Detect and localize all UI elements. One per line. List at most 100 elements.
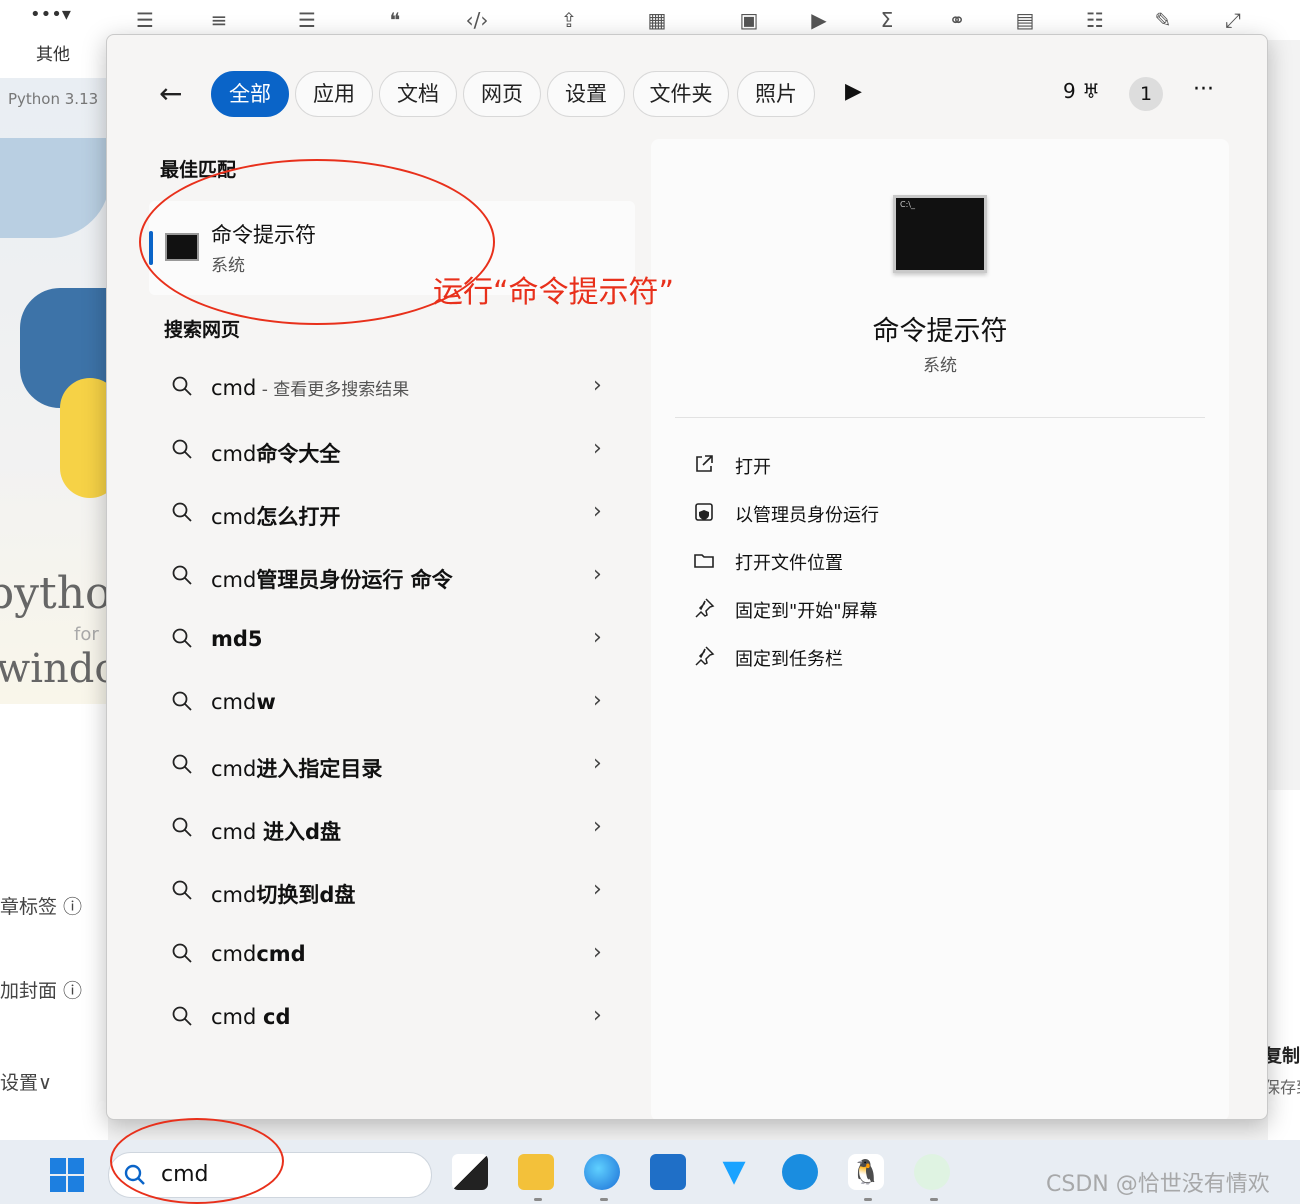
- list-icon[interactable]: ☰: [128, 6, 162, 34]
- file-explorer-icon[interactable]: [518, 1154, 554, 1190]
- more-tabs-play-icon[interactable]: ▶: [845, 79, 862, 104]
- csdn-watermark: CSDN @恰世没有情欢: [1046, 1172, 1270, 1197]
- action-run-as-admin[interactable]: 以管理员身份运行: [693, 497, 1173, 533]
- action-open-location[interactable]: 打开文件位置: [693, 545, 1173, 581]
- tab-documents[interactable]: 文档: [379, 71, 457, 117]
- web-result-prefix: cmd: [211, 568, 257, 592]
- tab-settings[interactable]: 设置: [547, 71, 625, 117]
- ev-recorder-icon[interactable]: [914, 1154, 950, 1190]
- web-result-row[interactable]: cmd进入指定目录 ›: [149, 739, 635, 795]
- align-icon[interactable]: ≡: [202, 6, 236, 34]
- chevron-right-icon: ›: [593, 562, 602, 587]
- chevron-right-icon: ›: [593, 499, 602, 524]
- web-search-title: 搜索网页: [164, 319, 241, 341]
- shield-icon: [695, 503, 713, 521]
- python-wordmark: pythor: [0, 568, 108, 619]
- python-for-text: for: [74, 624, 99, 645]
- outline-icon[interactable]: ☷: [1078, 6, 1112, 34]
- more-options-icon[interactable]: ···: [1193, 77, 1214, 102]
- add-cover-label[interactable]: 加封面 ⓘ: [0, 976, 82, 1003]
- web-result-prefix: cmd: [211, 820, 264, 844]
- web-result-row[interactable]: cmd切换到d盘 ›: [149, 865, 635, 921]
- annotation-ellipse-search: [110, 1118, 284, 1204]
- pin-icon: [695, 646, 715, 666]
- tab-web[interactable]: 网页: [463, 71, 541, 117]
- action-pin-taskbar[interactable]: 固定到任务栏: [693, 641, 1173, 677]
- other-label[interactable]: 其他: [36, 40, 70, 65]
- web-result-row[interactable]: cmdcmd ›: [149, 928, 635, 984]
- web-result-text: cmd命令大全: [211, 438, 340, 468]
- chevron-right-icon: ›: [593, 1003, 602, 1028]
- web-result-row[interactable]: cmd命令大全 ›: [149, 424, 635, 480]
- web-result-row[interactable]: md5 ›: [149, 613, 635, 669]
- save-to-label[interactable]: 保存到: [1264, 1074, 1300, 1098]
- web-result-text: cmd怎么打开: [211, 501, 340, 531]
- search-icon: [172, 565, 192, 585]
- search-icon: [172, 817, 192, 837]
- tab-photos[interactable]: 照片: [737, 71, 815, 117]
- tab-all[interactable]: 全部: [211, 71, 289, 117]
- web-result-bold: w: [256, 690, 276, 714]
- formula-icon[interactable]: Σ: [870, 6, 904, 34]
- copy-to-label[interactable]: 复制到: [1264, 1042, 1300, 1068]
- chevron-right-icon: ›: [593, 373, 602, 398]
- tab-folders[interactable]: 文件夹: [633, 71, 729, 117]
- ie-icon[interactable]: [782, 1154, 818, 1190]
- detail-subtitle: 系统: [923, 356, 957, 376]
- web-result-row[interactable]: cmd 进入d盘 ›: [149, 802, 635, 858]
- task-view-icon[interactable]: [452, 1154, 488, 1190]
- web-result-hint: - 查看更多搜索结果: [256, 380, 410, 400]
- account-avatar[interactable]: 1: [1129, 77, 1163, 111]
- indent-icon[interactable]: ☰: [290, 6, 324, 34]
- python-blob-shape: [0, 138, 108, 238]
- web-result-prefix: cmd: [211, 505, 257, 529]
- video-icon[interactable]: ▶: [802, 6, 836, 34]
- action-pin-taskbar-label: 固定到任务栏: [735, 649, 843, 670]
- chevron-right-icon: ›: [593, 436, 602, 461]
- more-icon[interactable]: •••▾: [30, 4, 71, 25]
- qq-icon[interactable]: 🐧: [848, 1154, 884, 1190]
- web-result-text: cmd进入指定目录: [211, 753, 382, 783]
- quote-icon[interactable]: ❝: [378, 6, 412, 34]
- cmd-icon-caption: C:\_: [900, 200, 915, 209]
- web-result-text: cmd 进入d盘: [211, 816, 341, 846]
- search-icon: [172, 754, 192, 774]
- rewards-points[interactable]: 9 ♅: [1063, 79, 1100, 103]
- python-cover-image: Python 3.13 pythor for windov: [0, 78, 108, 704]
- web-result-row[interactable]: cmd cd ›: [149, 991, 635, 1047]
- code-icon[interactable]: ‹/›: [460, 6, 494, 34]
- fullscreen-icon[interactable]: ⤢: [1216, 6, 1250, 34]
- detail-pane: C:\_ 命令提示符 系统 打开 以管理员身份运行 打开文件位置 固定到"开始"…: [651, 139, 1229, 1119]
- web-result-bold: 进入指定目录: [256, 757, 383, 781]
- windows-start-icon[interactable]: [50, 1158, 84, 1192]
- pin-icon: [695, 598, 715, 618]
- action-pin-start[interactable]: 固定到"开始"屏幕: [693, 593, 1173, 629]
- web-result-row[interactable]: cmd管理员身份运行 命令 ›: [149, 550, 635, 606]
- web-result-row[interactable]: cmdw ›: [149, 676, 635, 732]
- trophy-icon: ♅: [1075, 79, 1101, 103]
- edge-icon[interactable]: [584, 1154, 620, 1190]
- windows-wordmark: windov: [0, 646, 108, 692]
- web-result-bold: 切换到d盘: [256, 883, 356, 907]
- app-v-icon[interactable]: ▼: [716, 1154, 752, 1190]
- action-open[interactable]: 打开: [693, 449, 1173, 485]
- web-result-bold: 怎么打开: [256, 505, 341, 529]
- store-icon[interactable]: [650, 1154, 686, 1190]
- search-icon: [172, 628, 192, 648]
- python-version-text: Python 3.13: [8, 90, 99, 108]
- draft-icon[interactable]: ✎: [1146, 6, 1180, 34]
- settings-label[interactable]: 设置∨: [0, 1068, 52, 1095]
- back-arrow-icon[interactable]: ←: [159, 77, 182, 110]
- chevron-right-icon: ›: [593, 625, 602, 650]
- web-result-row[interactable]: cmd - 查看更多搜索结果 ›: [149, 361, 635, 417]
- template-icon[interactable]: ▤: [1008, 6, 1042, 34]
- image-icon[interactable]: ▣: [732, 6, 766, 34]
- table-icon[interactable]: ▦: [640, 6, 674, 34]
- tab-apps[interactable]: 应用: [295, 71, 373, 117]
- link-icon[interactable]: ⚭: [940, 6, 974, 34]
- upload-icon[interactable]: ⇪: [552, 6, 586, 34]
- article-tag-label[interactable]: 章标签 ⓘ: [0, 892, 82, 919]
- search-icon: [172, 376, 192, 396]
- web-result-row[interactable]: cmd怎么打开 ›: [149, 487, 635, 543]
- web-result-text: md5: [211, 627, 263, 651]
